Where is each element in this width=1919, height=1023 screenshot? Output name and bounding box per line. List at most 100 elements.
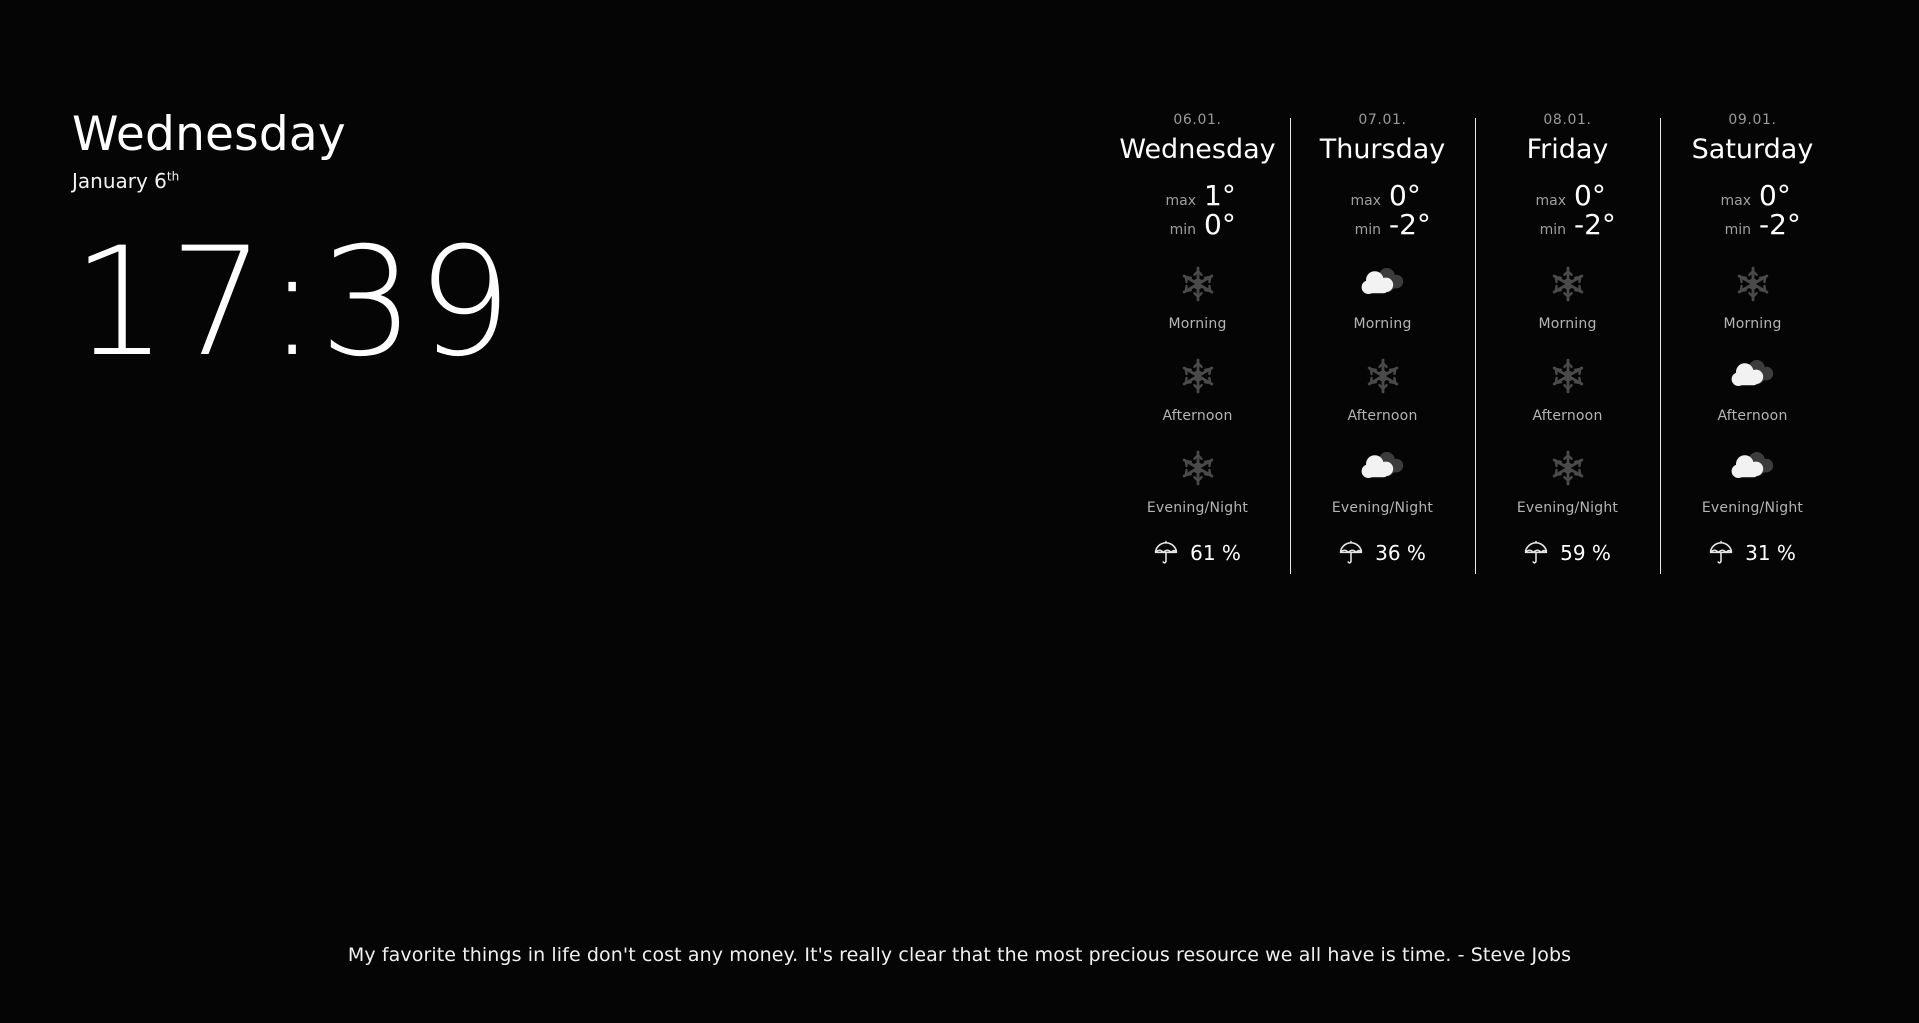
max-label: max [1535, 193, 1566, 210]
min-temperature: -2° [1759, 208, 1801, 242]
forecast-slot-label: Evening/Night [1516, 499, 1619, 516]
forecast-max-row: max 0° [1720, 179, 1815, 213]
forecast-min-row: min -2° [1724, 208, 1815, 242]
forecast-day-column[interactable]: 07.01. Thursday max 0° min -2° Morning A… [1290, 112, 1475, 574]
cloudy-icon [1728, 446, 1778, 490]
forecast-min-row: min -2° [1539, 208, 1630, 242]
precipitation-value: 59 % [1560, 540, 1611, 565]
snowflake-icon [1548, 354, 1588, 398]
snowflake-icon [1552, 450, 1583, 486]
max-temperature: 1° [1204, 179, 1236, 213]
umbrella-icon [1154, 540, 1178, 564]
forecast-date: 09.01. [1728, 112, 1777, 128]
cloudy-icon [1728, 354, 1778, 398]
clock-time: 17:39 [72, 216, 515, 391]
cloudy-icon [1358, 446, 1408, 490]
forecast-day-column[interactable]: 09.01. Saturday max 0° min -2° Morning A… [1660, 112, 1845, 574]
precipitation-value: 36 % [1375, 540, 1426, 565]
forecast-min-row: min -2° [1355, 208, 1445, 242]
snowflake-icon [1178, 354, 1218, 398]
forecast-slot: Afternoon [1296, 354, 1469, 424]
min-label: min [1539, 222, 1566, 239]
max-label: max [1350, 193, 1381, 210]
forecast-slot-label: Evening/Night [1146, 499, 1249, 516]
forecast-slot: Evening/Night [1481, 446, 1654, 516]
forecast-day-name: Saturday [1691, 134, 1814, 165]
precipitation-probability: 36 % [1296, 540, 1469, 566]
snowflake-icon [1548, 446, 1588, 490]
umbrella-icon [1709, 540, 1733, 564]
min-label: min [1169, 222, 1196, 239]
precipitation-probability: 59 % [1481, 540, 1654, 566]
forecast-slot: Morning [1111, 262, 1284, 332]
snowflake-icon [1552, 266, 1583, 302]
forecast-temperatures: max 0° min -2° [1296, 181, 1469, 240]
snowflake-icon [1178, 446, 1218, 490]
cloudy-icon [1361, 451, 1403, 478]
snowflake-icon [1733, 262, 1773, 306]
cloudy-icon [1361, 267, 1403, 294]
cloudy-icon [1731, 451, 1773, 478]
max-temperature: 0° [1759, 179, 1791, 213]
cloudy-icon [1731, 359, 1773, 386]
max-temperature: 0° [1574, 179, 1606, 213]
snowflake-icon [1548, 262, 1588, 306]
snowflake-icon [1182, 450, 1213, 486]
umbrella-icon [1339, 540, 1363, 564]
max-label: max [1165, 193, 1196, 210]
clock-panel: Wednesday January 6th 17:39 [72, 107, 972, 391]
snowflake-icon [1367, 358, 1398, 394]
forecast-slot: Afternoon [1481, 354, 1654, 424]
current-date: January 6th [72, 169, 972, 193]
forecast-slot-label: Morning [1353, 315, 1412, 332]
forecast-slot-label: Evening/Night [1701, 499, 1804, 516]
forecast-day-name: Thursday [1319, 134, 1446, 165]
forecast-slot-label: Afternoon [1717, 407, 1788, 424]
forecast-slot: Afternoon [1666, 354, 1839, 424]
forecast-day-name: Wednesday [1119, 134, 1276, 165]
forecast-day-column[interactable]: 06.01. Wednesday max 1° min 0° Morning A… [1105, 112, 1290, 574]
max-temperature: 0° [1389, 179, 1421, 213]
snowflake-icon [1178, 262, 1218, 306]
umbrella-icon [1524, 540, 1548, 564]
forecast-slot-label: Morning [1723, 315, 1782, 332]
forecast-slot-label: Afternoon [1347, 407, 1418, 424]
min-label: min [1724, 222, 1751, 239]
forecast-slot-label: Evening/Night [1331, 499, 1434, 516]
forecast-temperatures: max 0° min -2° [1481, 181, 1654, 240]
forecast-max-row: max 1° [1165, 179, 1260, 213]
weather-forecast: 06.01. Wednesday max 1° min 0° Morning A… [1105, 112, 1845, 574]
current-day-name: Wednesday [72, 107, 346, 162]
forecast-max-row: max 0° [1535, 179, 1630, 213]
min-temperature: -2° [1389, 208, 1431, 242]
forecast-slot-label: Afternoon [1532, 407, 1603, 424]
snowflake-icon [1182, 266, 1213, 302]
snowflake-icon [1737, 266, 1768, 302]
precipitation-value: 61 % [1190, 540, 1241, 565]
max-label: max [1720, 193, 1751, 210]
quote-text: My favorite things in life don't cost an… [347, 944, 1572, 966]
precipitation-value: 31 % [1745, 540, 1796, 565]
snowflake-icon [1363, 354, 1403, 398]
snowflake-icon [1182, 358, 1213, 394]
min-temperature: -2° [1574, 208, 1616, 242]
forecast-date: 07.01. [1358, 112, 1407, 128]
forecast-slot: Evening/Night [1296, 446, 1469, 516]
precipitation-probability: 31 % [1666, 540, 1839, 566]
forecast-slot: Evening/Night [1111, 446, 1284, 516]
forecast-min-row: min 0° [1169, 208, 1260, 242]
forecast-date: 08.01. [1543, 112, 1592, 128]
forecast-slot-label: Afternoon [1162, 407, 1233, 424]
forecast-temperatures: max 0° min -2° [1666, 181, 1839, 240]
forecast-slot: Morning [1666, 262, 1839, 332]
forecast-slot-label: Morning [1538, 315, 1597, 332]
forecast-day-column[interactable]: 08.01. Friday max 0° min -2° Morning Aft… [1475, 112, 1660, 574]
min-temperature: 0° [1204, 208, 1236, 242]
forecast-max-row: max 0° [1350, 179, 1445, 213]
forecast-slot: Morning [1296, 262, 1469, 332]
forecast-temperatures: max 1° min 0° [1111, 181, 1284, 240]
forecast-slot: Afternoon [1111, 354, 1284, 424]
snowflake-icon [1552, 358, 1583, 394]
precipitation-probability: 61 % [1111, 540, 1284, 566]
cloudy-icon [1358, 262, 1408, 306]
